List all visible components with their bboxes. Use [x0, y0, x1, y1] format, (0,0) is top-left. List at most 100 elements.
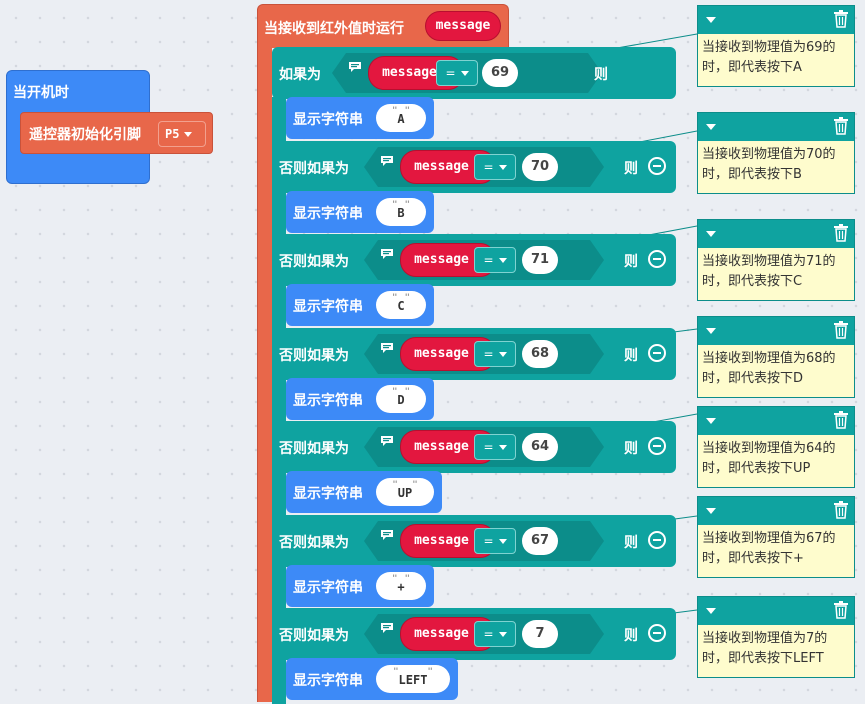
compare-block[interactable]: message = 67 [364, 521, 604, 561]
compare-value[interactable]: 68 [522, 340, 558, 368]
string-value[interactable]: "LEFT" [376, 665, 450, 693]
collapse-icon[interactable] [706, 231, 716, 237]
operator-dropdown[interactable]: = [474, 528, 516, 554]
comment-icon[interactable] [380, 155, 394, 167]
ir-message-param[interactable]: message [425, 11, 501, 41]
operator-dropdown[interactable]: = [474, 434, 516, 460]
trash-icon[interactable] [834, 321, 848, 339]
collapse-icon[interactable] [706, 17, 716, 23]
string-text: A [397, 112, 405, 126]
collapse-icon[interactable] [706, 124, 716, 130]
string-value[interactable]: "B" [376, 198, 426, 226]
operator-dropdown[interactable]: = [474, 621, 516, 647]
string-value[interactable]: "C" [376, 291, 426, 319]
compare-value[interactable]: 71 [522, 246, 558, 274]
string-value[interactable]: "A" [376, 104, 426, 132]
comment-icon[interactable] [380, 248, 394, 260]
remove-branch-icon[interactable] [648, 157, 666, 175]
if-row-5[interactable]: 否则如果为 message = 64 则 [272, 421, 676, 473]
ir-init-block[interactable]: 遥控器初始化引脚 P5 [20, 112, 213, 154]
comment-box-4[interactable]: 当接收到物理值为68的时，即代表按下D [697, 316, 855, 398]
remove-branch-icon[interactable] [648, 344, 666, 362]
operator-dropdown[interactable]: = [436, 60, 478, 86]
compare-block[interactable]: message = 68 [364, 334, 604, 374]
show-string-block[interactable]: 显示字符串 "LEFT" [286, 658, 458, 700]
trash-icon[interactable] [834, 10, 848, 28]
trash-icon[interactable] [834, 501, 848, 519]
trash-icon[interactable] [834, 117, 848, 135]
compare-block[interactable]: message = 70 [364, 147, 604, 187]
on-start-label: 当开机时 [13, 85, 69, 101]
operator-value: = [445, 66, 456, 80]
comment-icon[interactable] [348, 61, 362, 73]
pin-dropdown[interactable]: P5 [158, 121, 206, 147]
collapse-icon[interactable] [706, 418, 716, 424]
if-row-1[interactable]: 如果为 message = 69 则 [272, 47, 676, 99]
show-string-block[interactable]: 显示字符串 "C" [286, 284, 434, 326]
trash-icon[interactable] [834, 224, 848, 242]
show-string-block[interactable]: 显示字符串 "B" [286, 191, 434, 233]
comment-text[interactable]: 当接收到物理值为69的时，即代表按下A [698, 34, 854, 86]
quote-close: " [427, 667, 433, 677]
operator-dropdown[interactable]: = [474, 341, 516, 367]
if-row-label: 否则如果为 [279, 161, 349, 177]
if-row-3[interactable]: 否则如果为 message = 71 则 [272, 234, 676, 286]
then-label: 则 [624, 441, 638, 457]
show-string-block[interactable]: 显示字符串 "D" [286, 378, 434, 420]
show-string-block[interactable]: 显示字符串 "UP" [286, 471, 442, 513]
compare-value[interactable]: 70 [522, 153, 558, 181]
collapse-icon[interactable] [706, 508, 716, 514]
compare-block[interactable]: message = 64 [364, 427, 604, 467]
remove-branch-icon[interactable] [648, 531, 666, 549]
comment-icon[interactable] [380, 342, 394, 354]
string-value[interactable]: "D" [376, 385, 426, 413]
comment-text[interactable]: 当接收到物理值为71的时，即代表按下C [698, 248, 854, 300]
compare-value[interactable]: 64 [522, 433, 558, 461]
chevron-down-icon [499, 632, 507, 637]
comment-icon[interactable] [380, 529, 394, 541]
comment-text[interactable]: 当接收到物理值为64的时，即代表按下UP [698, 435, 854, 487]
comment-box-2[interactable]: 当接收到物理值为70的时，即代表按下B [697, 112, 855, 194]
trash-icon[interactable] [834, 601, 848, 619]
compare-block[interactable]: message = 7 [364, 614, 604, 654]
if-row-7[interactable]: 否则如果为 message = 7 则 [272, 608, 676, 660]
comment-box-7[interactable]: 当接收到物理值为7的时，即代表按下LEFT [697, 596, 855, 678]
comment-box-1[interactable]: 当接收到物理值为69的时，即代表按下A [697, 5, 855, 87]
comment-text[interactable]: 当接收到物理值为67的时，即代表按下+ [698, 525, 854, 577]
show-string-block[interactable]: 显示字符串 "+" [286, 565, 434, 607]
if-row-4[interactable]: 否则如果为 message = 68 则 [272, 328, 676, 380]
comment-text[interactable]: 当接收到物理值为68的时，即代表按下D [698, 345, 854, 397]
remove-branch-icon[interactable] [648, 624, 666, 642]
trash-icon[interactable] [834, 411, 848, 429]
comment-box-6[interactable]: 当接收到物理值为67的时，即代表按下+ [697, 496, 855, 578]
show-string-block[interactable]: 显示字符串 "A" [286, 97, 434, 139]
comment-header [698, 597, 854, 625]
if-row-6[interactable]: 否则如果为 message = 67 则 [272, 515, 676, 567]
operator-value: = [483, 160, 494, 174]
quote-close: " [412, 480, 418, 490]
operator-dropdown[interactable]: = [474, 154, 516, 180]
comment-box-5[interactable]: 当接收到物理值为64的时，即代表按下UP [697, 406, 855, 488]
comment-icon[interactable] [380, 435, 394, 447]
comment-box-3[interactable]: 当接收到物理值为71的时，即代表按下C [697, 219, 855, 301]
string-value[interactable]: "+" [376, 572, 426, 600]
variable-name: message [414, 159, 469, 174]
compare-value[interactable]: 67 [522, 527, 558, 555]
collapse-icon[interactable] [706, 608, 716, 614]
remove-branch-icon[interactable] [648, 437, 666, 455]
compare-block[interactable]: message = 69 [332, 53, 602, 93]
remove-branch-icon[interactable] [648, 250, 666, 268]
compare-block[interactable]: message = 71 [364, 240, 604, 280]
compare-value[interactable]: 7 [522, 620, 558, 648]
show-string-label: 显示字符串 [293, 580, 363, 596]
comment-icon[interactable] [380, 622, 394, 634]
compare-value[interactable]: 69 [482, 59, 518, 87]
ir-event-block[interactable]: 当接收到红外值时运行 message [257, 4, 509, 48]
collapse-icon[interactable] [706, 328, 716, 334]
comment-text[interactable]: 当接收到物理值为70的时，即代表按下B [698, 141, 854, 193]
if-row-2[interactable]: 否则如果为 message = 70 则 [272, 141, 676, 193]
string-value[interactable]: "UP" [376, 478, 434, 506]
operator-dropdown[interactable]: = [474, 247, 516, 273]
comment-text[interactable]: 当接收到物理值为7的时，即代表按下LEFT [698, 625, 854, 677]
comment-header [698, 113, 854, 141]
